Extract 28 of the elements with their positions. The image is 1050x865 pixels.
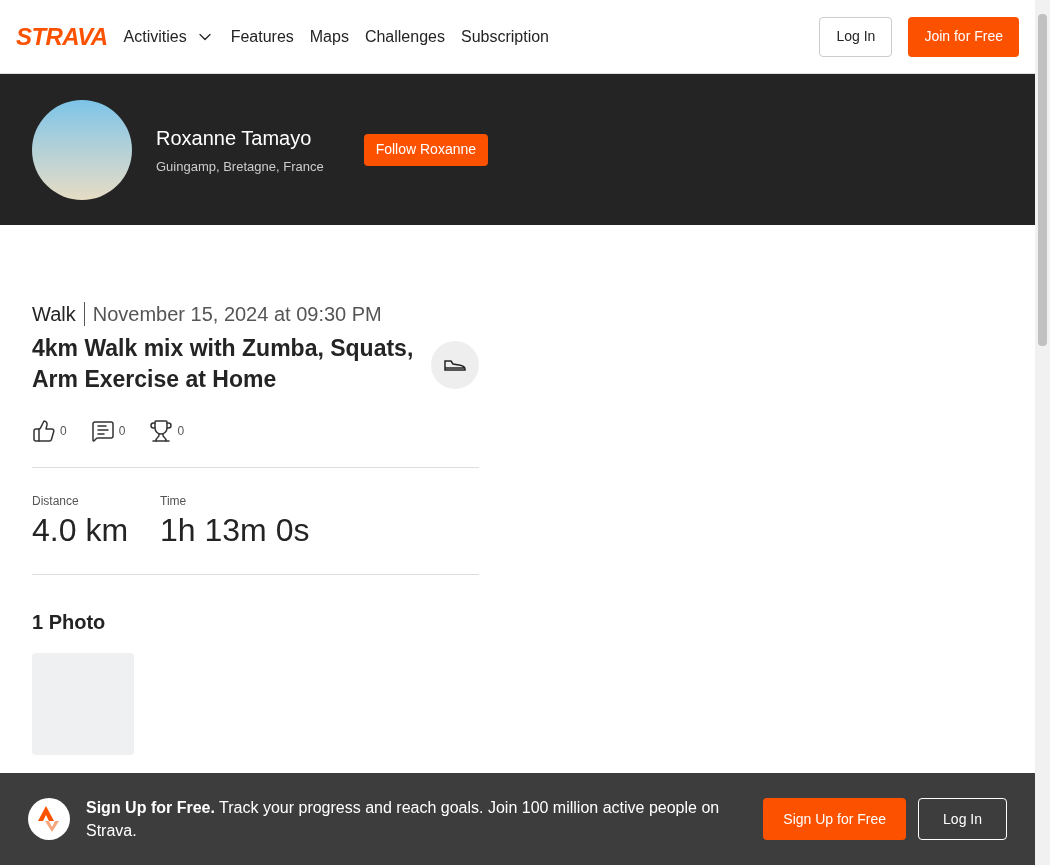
activity-type: Walk <box>32 302 76 327</box>
comment-icon[interactable] <box>90 419 115 443</box>
athlete-name[interactable]: Roxanne Tamayo <box>156 122 324 153</box>
shoe-icon <box>443 357 467 373</box>
strava-mark-icon <box>38 806 60 832</box>
nav-link[interactable]: Activities <box>123 24 215 49</box>
activity-date: November 15, 2024 at 09:30 PM <box>92 302 382 327</box>
banner-login-button[interactable]: Log In <box>918 798 1007 840</box>
activity-title: 4km Walk mix with Zumba, Squats, Arm Exercise at Home <box>32 334 415 394</box>
stat-label: Distance <box>32 493 80 510</box>
scrollbar-thumb[interactable] <box>1038 14 1047 346</box>
reaction-count: 0 <box>60 423 67 440</box>
stat-value: 1h 13m 0s <box>160 511 310 550</box>
photos-heading: 1 Photo <box>32 610 107 635</box>
reaction-count: 0 <box>118 423 126 440</box>
nav-link[interactable]: Features <box>230 24 294 49</box>
scrollbar[interactable] <box>1035 0 1050 865</box>
nav-link[interactable]: Maps <box>309 24 349 49</box>
thumbs-up-icon[interactable] <box>32 419 56 443</box>
banner-message: Sign Up for Free. Track your progress and reach goals. Join 100 million active people on Strava. <box>86 798 721 841</box>
nav-link[interactable]: Subscription <box>460 24 549 49</box>
nav-link[interactable]: Challenges <box>364 24 445 49</box>
athlete-location: Guingamp, Bretagne, France <box>156 157 324 176</box>
trophy-icon <box>149 419 174 443</box>
login-button[interactable]: Log In <box>819 16 893 57</box>
stat-label: Time <box>160 493 188 510</box>
stat-value: 4.0 km <box>32 511 129 550</box>
reaction-count: 0 <box>177 423 185 440</box>
